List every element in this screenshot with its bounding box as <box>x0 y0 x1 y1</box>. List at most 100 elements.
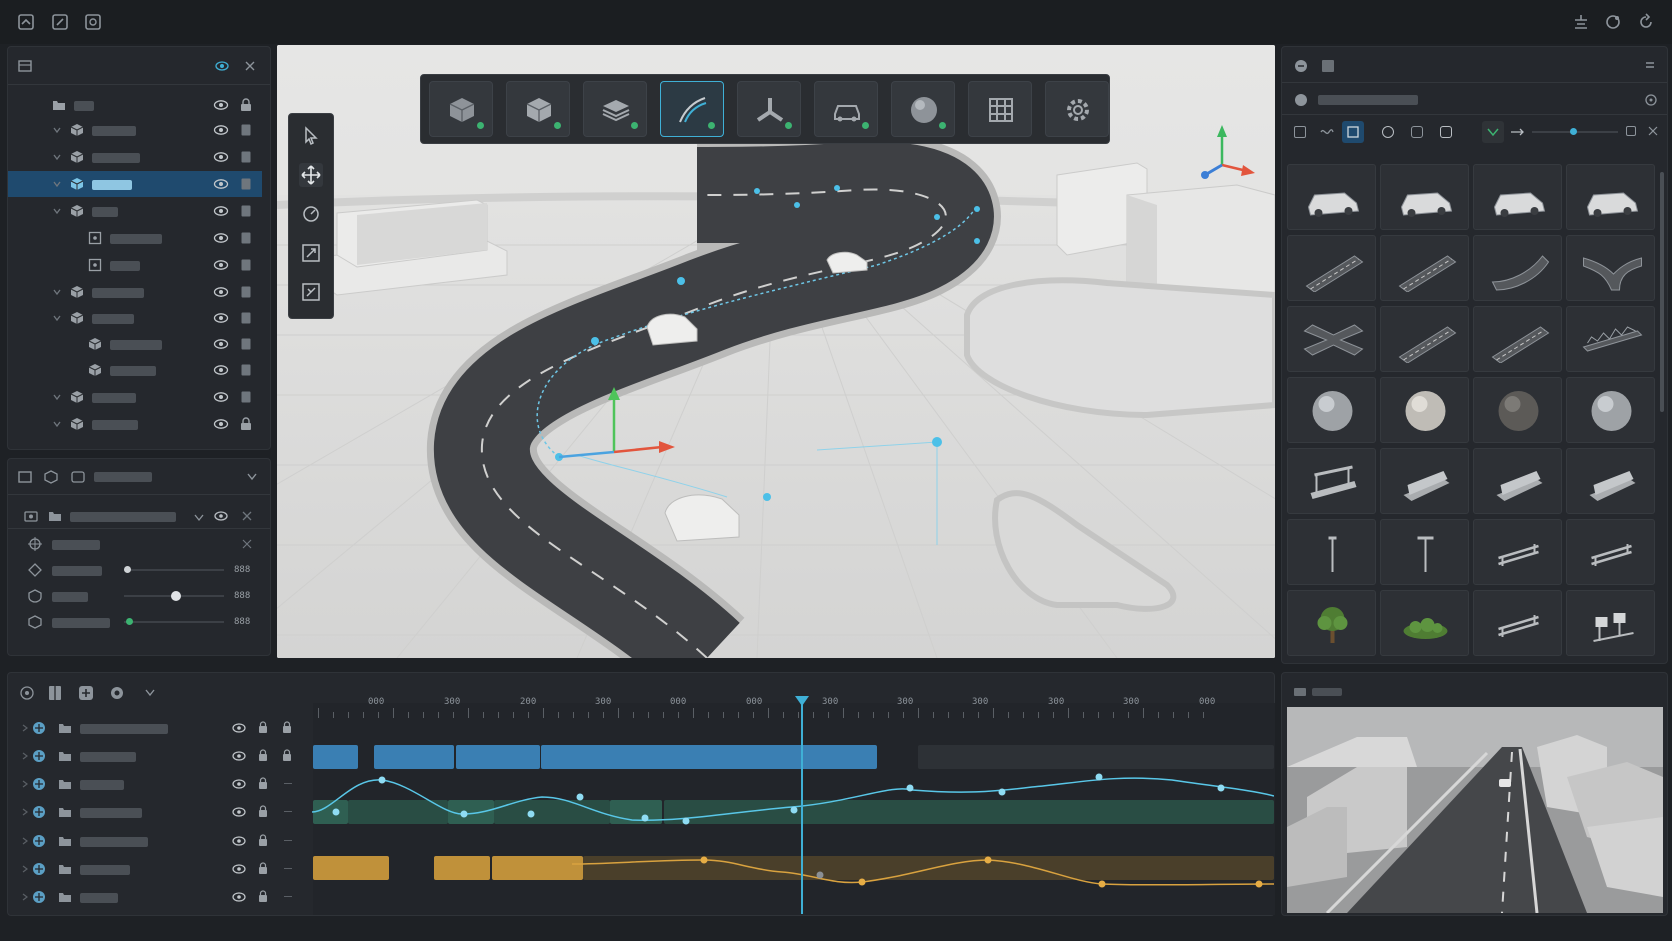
settings-tool[interactable] <box>1045 81 1109 137</box>
book-icon[interactable] <box>48 685 62 701</box>
reset-icon[interactable] <box>242 539 252 549</box>
document-icon[interactable] <box>240 231 252 245</box>
eye-icon[interactable] <box>213 391 229 403</box>
filter-material-icon[interactable] <box>1411 126 1423 138</box>
timeline-track-header[interactable] <box>8 828 308 856</box>
asset-tile[interactable] <box>1473 235 1562 301</box>
chevron-right-icon[interactable] <box>20 892 30 902</box>
slider-handle[interactable] <box>124 566 131 573</box>
outliner-row[interactable] <box>8 252 262 278</box>
lock-icon[interactable] <box>282 721 292 734</box>
asset-tile[interactable] <box>1566 235 1655 301</box>
filter-spline-icon[interactable] <box>1320 127 1334 137</box>
document-icon[interactable] <box>240 285 252 299</box>
settings-icon[interactable] <box>109 685 125 701</box>
camera-preview-image[interactable] <box>1287 707 1663 913</box>
chevron-down-icon[interactable] <box>52 419 62 429</box>
asset-tile[interactable] <box>1380 590 1469 656</box>
asset-tile[interactable] <box>1287 164 1376 230</box>
link-icon[interactable] <box>1510 126 1524 138</box>
visibility-toggle-icon[interactable] <box>215 60 229 72</box>
material-tool[interactable] <box>891 81 955 137</box>
document-icon[interactable] <box>240 258 252 272</box>
asset-tile[interactable] <box>1473 164 1562 230</box>
share-icon[interactable] <box>1603 12 1623 32</box>
asset-tile[interactable] <box>1566 590 1655 656</box>
eye-icon[interactable] <box>213 338 229 350</box>
chevron-right-icon[interactable] <box>20 751 30 761</box>
eye-icon[interactable] <box>232 836 246 846</box>
sort-icon[interactable] <box>1482 121 1504 143</box>
transform-icon[interactable] <box>299 280 323 304</box>
eye-icon[interactable] <box>232 864 246 874</box>
slider-handle[interactable] <box>171 591 181 601</box>
asset-tile[interactable] <box>1287 377 1376 443</box>
lock-icon[interactable] <box>240 417 252 431</box>
document-icon[interactable] <box>240 177 252 191</box>
outliner-row[interactable] <box>8 331 262 357</box>
eye-icon[interactable] <box>213 286 229 298</box>
add-keyframe-icon[interactable] <box>78 685 94 701</box>
chevron-down-icon[interactable] <box>52 287 62 297</box>
timeline-track-header[interactable] <box>8 856 308 884</box>
asset-tile[interactable] <box>1473 448 1562 514</box>
eye-icon[interactable] <box>232 892 246 902</box>
property-slider[interactable] <box>124 621 224 623</box>
document-icon[interactable] <box>240 123 252 137</box>
lock-icon[interactable] <box>258 805 268 818</box>
lock-icon[interactable] <box>240 98 252 112</box>
chevron-down-icon[interactable] <box>52 313 62 323</box>
asset-tile[interactable] <box>1473 519 1562 585</box>
eye-icon[interactable] <box>213 364 229 376</box>
timeline-track-header[interactable] <box>8 743 308 771</box>
outliner-row[interactable] <box>8 279 262 305</box>
asset-tile[interactable] <box>1566 164 1655 230</box>
slider-handle[interactable] <box>126 618 133 625</box>
eye-icon[interactable] <box>232 723 246 733</box>
open-file-icon[interactable] <box>16 12 36 32</box>
filter-light-icon[interactable] <box>1440 126 1452 138</box>
properties-object-row[interactable] <box>8 503 270 529</box>
asset-tile[interactable] <box>1380 306 1469 372</box>
asset-scrollbar[interactable] <box>1660 172 1664 412</box>
eye-icon[interactable] <box>213 232 229 244</box>
asset-tile[interactable] <box>1380 164 1469 230</box>
asset-tile[interactable] <box>1566 377 1655 443</box>
lock-icon[interactable] <box>258 834 268 847</box>
scale-icon[interactable] <box>299 241 323 265</box>
outliner-row[interactable] <box>8 171 262 197</box>
asset-tile[interactable] <box>1473 377 1562 443</box>
outliner-row[interactable] <box>8 357 262 383</box>
asset-tile[interactable] <box>1380 377 1469 443</box>
timeline-track-header[interactable] <box>8 715 308 743</box>
slider-handle[interactable] <box>1570 128 1577 135</box>
chevron-down-icon[interactable] <box>52 206 62 216</box>
outliner-row[interactable] <box>8 305 262 331</box>
playhead-handle[interactable] <box>795 696 809 706</box>
close-icon[interactable] <box>242 511 252 521</box>
chevron-down-icon[interactable] <box>52 125 62 135</box>
collapse-icon[interactable] <box>1644 59 1656 71</box>
eye-icon[interactable] <box>213 418 229 430</box>
asset-tile[interactable] <box>1287 519 1376 585</box>
chevron-right-icon[interactable] <box>20 864 30 874</box>
document-icon[interactable] <box>240 363 252 377</box>
timeline-track-header[interactable] <box>8 884 308 912</box>
lock-icon[interactable] <box>258 777 268 790</box>
property-slider[interactable] <box>124 569 224 571</box>
image-icon[interactable] <box>83 12 103 32</box>
chevron-right-icon[interactable] <box>20 779 30 789</box>
asset-tile[interactable] <box>1287 306 1376 372</box>
lock-icon[interactable] <box>258 862 268 875</box>
select-icon[interactable] <box>299 124 323 148</box>
grid-tool[interactable] <box>968 81 1032 137</box>
add-track-icon[interactable] <box>20 686 34 700</box>
eye-icon[interactable] <box>214 511 228 521</box>
eye-icon[interactable] <box>232 751 246 761</box>
hierarchy-icon[interactable] <box>18 60 32 72</box>
lock-icon[interactable] <box>282 749 292 762</box>
outliner-row[interactable] <box>8 144 262 170</box>
eye-icon[interactable] <box>232 779 246 789</box>
properties-tab-icon[interactable] <box>18 471 32 483</box>
lock-icon[interactable] <box>258 890 268 903</box>
